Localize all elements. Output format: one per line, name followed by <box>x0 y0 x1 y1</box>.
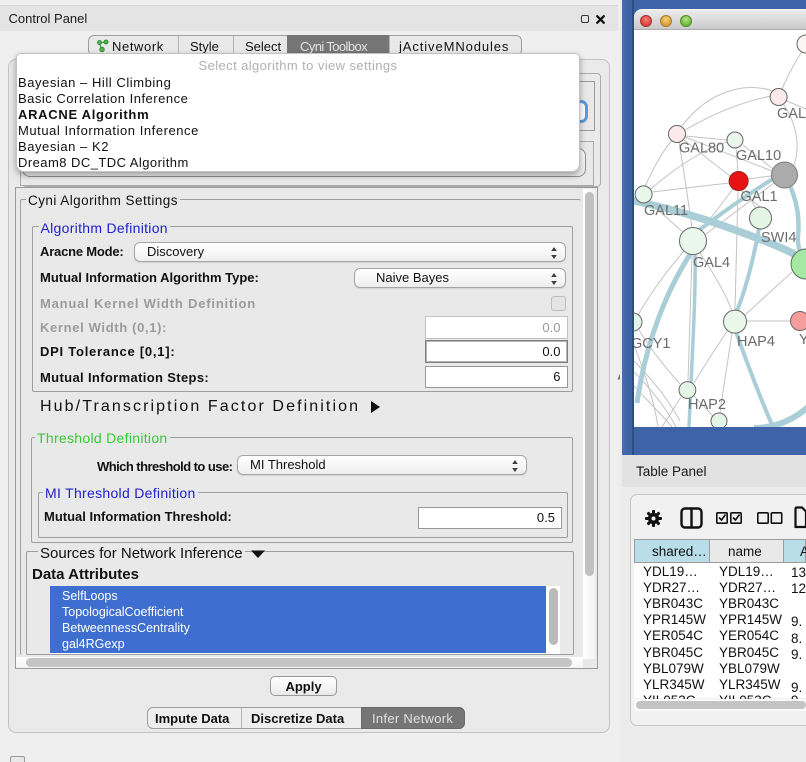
svg-text:GAL10: GAL10 <box>736 148 781 164</box>
svg-text:GAL7: GAL7 <box>777 106 806 122</box>
svg-text:SWI4: SWI4 <box>761 230 796 246</box>
svg-text:Y: Y <box>799 332 806 348</box>
svg-text:GAL11: GAL11 <box>644 203 688 219</box>
svg-text:GAL80: GAL80 <box>679 141 724 157</box>
svg-text:HAP4: HAP4 <box>737 334 775 350</box>
svg-text:HAP2: HAP2 <box>688 397 726 413</box>
svg-text:GAL1: GAL1 <box>741 189 778 205</box>
svg-text:GAL4: GAL4 <box>693 255 730 271</box>
svg-text:GCY1: GCY1 <box>634 336 671 352</box>
